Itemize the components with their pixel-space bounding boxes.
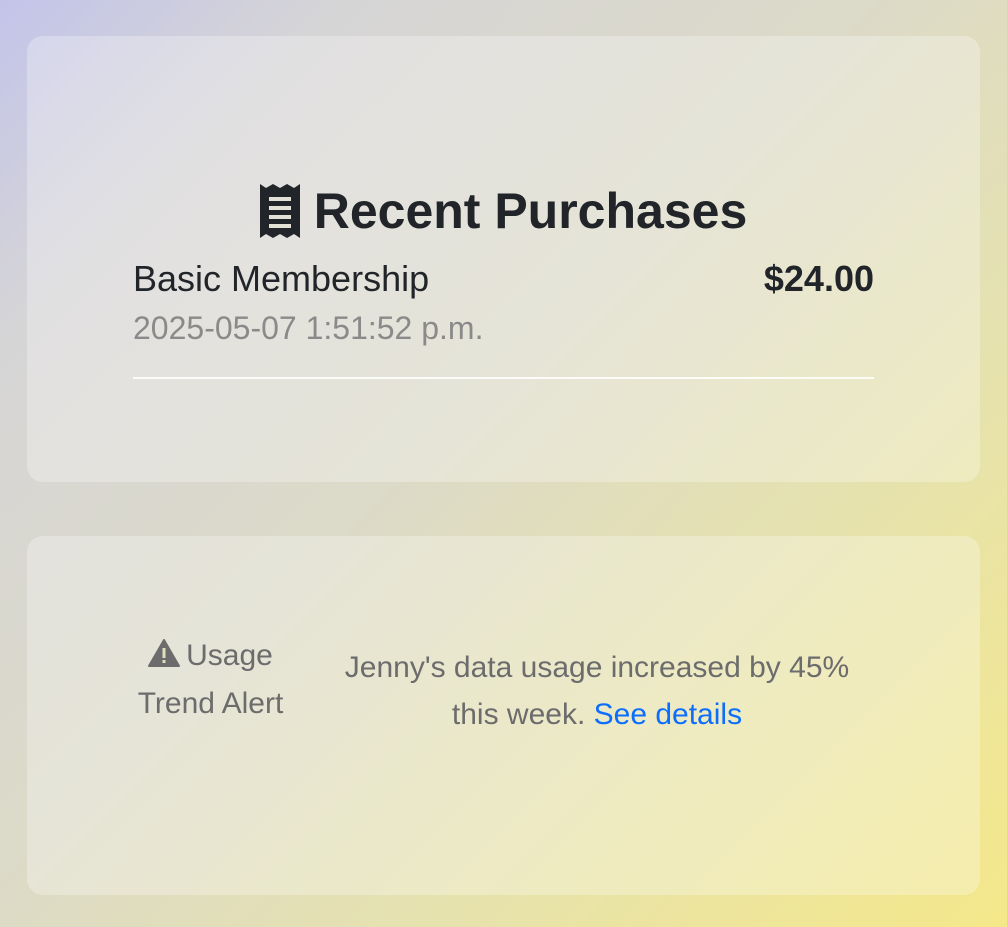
recent-purchases-title: Recent Purchases bbox=[27, 176, 980, 246]
alert-label: Usage Trend Alert bbox=[133, 632, 288, 728]
alert-message: Jenny's data usage increased by 45% this… bbox=[327, 644, 867, 738]
recent-purchases-title-text: Recent Purchases bbox=[313, 183, 748, 239]
warning-icon bbox=[148, 639, 181, 667]
receipt-icon bbox=[259, 184, 300, 238]
purchase-item: Basic Membership 2025-05-07 1:51:52 p.m.… bbox=[133, 252, 874, 379]
purchase-item-date: 2025-05-07 1:51:52 p.m. bbox=[133, 310, 484, 346]
see-details-link[interactable]: See details bbox=[594, 698, 742, 731]
recent-purchases-card: Recent Purchases Basic Membership 2025-0… bbox=[27, 36, 980, 482]
purchase-item-price: $24.00 bbox=[763, 258, 874, 299]
purchase-item-name: Basic Membership bbox=[133, 258, 430, 299]
usage-alert-card: Usage Trend Alert Jenny's data usage inc… bbox=[27, 536, 980, 895]
